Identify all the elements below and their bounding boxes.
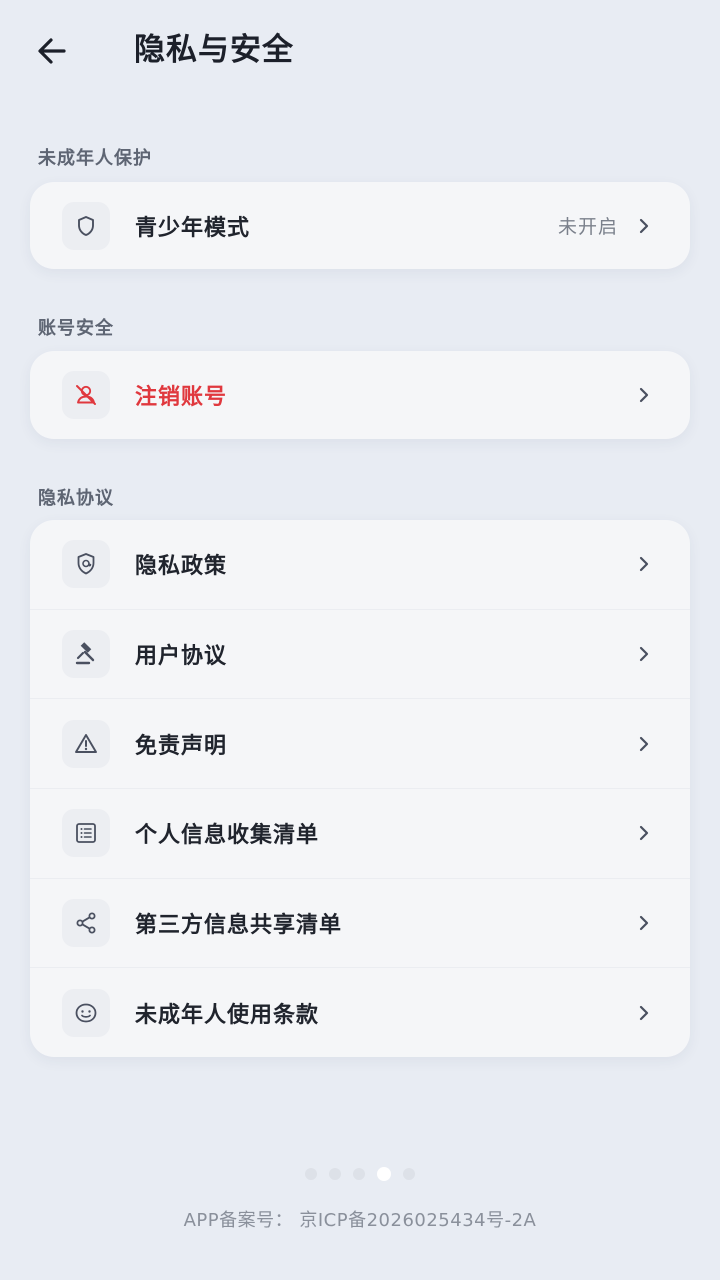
card-minor-protection: 青少年模式 未开启 [30, 182, 690, 269]
delete-account-label: 注销账号 [135, 385, 228, 410]
user-agreement-label: 用户协议 [135, 644, 228, 670]
card-account-security: 注销账号 [30, 351, 690, 439]
page-dot [305, 1168, 317, 1180]
page-title: 隐私与安全 [134, 32, 294, 68]
page-indicator [0, 1164, 720, 1184]
gavel-icon [62, 630, 110, 679]
section-label-privacy-agreements: 隐私协议 [38, 488, 114, 509]
chevron-right-icon [634, 385, 654, 405]
chevron-right-icon [634, 554, 654, 574]
page-dot [329, 1168, 341, 1180]
user-remove-icon [62, 371, 110, 419]
teen-mode-status: 未开启 [557, 216, 618, 238]
header: 隐私与安全 [0, 0, 720, 100]
minor-terms-label: 未成年人使用条款 [135, 1002, 320, 1028]
list-item-minor-terms[interactable]: 未成年人使用条款 [30, 967, 690, 1057]
smile-icon [62, 988, 110, 1037]
page-dot [353, 1168, 365, 1180]
list-icon [62, 809, 110, 858]
page-dot [403, 1168, 415, 1180]
list-item-user-agreement[interactable]: 用户协议 [30, 608, 690, 699]
disclaimer-label: 免责声明 [135, 733, 228, 759]
personal-info-list-label: 个人信息收集清单 [135, 823, 320, 849]
list-item-personal-info-list[interactable]: 个人信息收集清单 [30, 788, 690, 878]
chevron-right-icon [634, 823, 654, 843]
list-item-privacy-policy[interactable]: 隐私政策 [30, 520, 690, 609]
page-dot-active [377, 1167, 391, 1181]
list-item-disclaimer[interactable]: 免责声明 [30, 698, 690, 788]
section-label-minor-protection: 未成年人保护 [38, 148, 152, 169]
chevron-right-icon [634, 913, 654, 933]
card-privacy-agreements: 隐私政策 用户协议 免责声明 个人信息收集清单 第三方信息共享清单 未成年人使用… [30, 520, 690, 1058]
warning-icon [62, 719, 110, 768]
list-item-delete-account[interactable]: 注销账号 [30, 351, 690, 439]
third-party-sharing-label: 第三方信息共享清单 [135, 913, 343, 939]
chevron-right-icon [634, 734, 654, 754]
privacy-shield-icon [62, 540, 110, 589]
chevron-right-icon [634, 216, 654, 236]
back-button[interactable] [22, 26, 82, 76]
icp-filing-number: APP备案号： 京ICP备2026025434号-2A [183, 1210, 537, 1231]
chevron-right-icon [634, 644, 654, 664]
share-icon [62, 899, 110, 948]
arrow-left-icon [38, 38, 66, 64]
section-label-account-security: 账号安全 [38, 318, 114, 339]
list-item-teen-mode[interactable]: 青少年模式 未开启 [30, 182, 690, 269]
teen-mode-label: 青少年模式 [135, 215, 251, 241]
privacy-policy-label: 隐私政策 [135, 554, 228, 580]
shield-icon [62, 201, 110, 250]
list-item-third-party-sharing[interactable]: 第三方信息共享清单 [30, 877, 690, 968]
chevron-right-icon [634, 1003, 654, 1023]
